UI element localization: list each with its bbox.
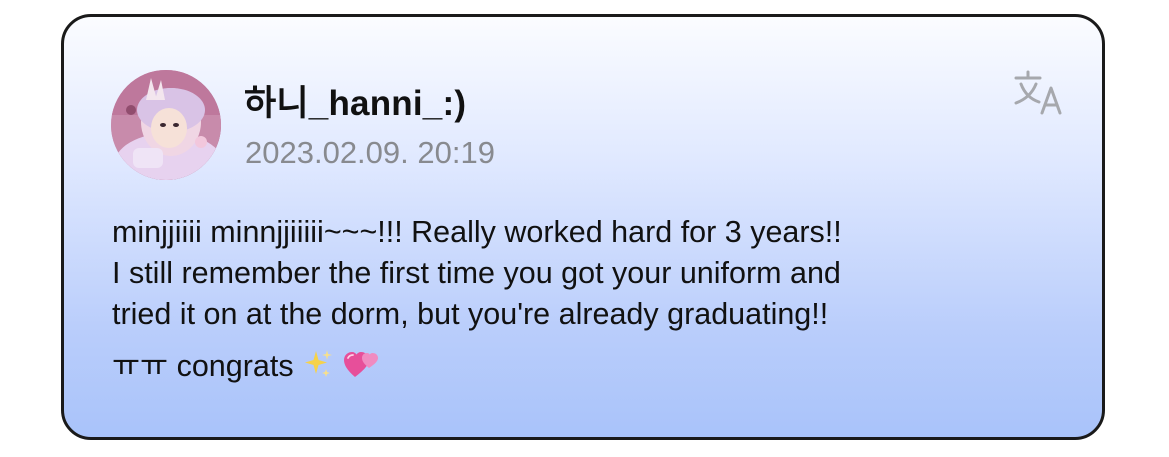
timestamp: 2023.02.09. 20:19 <box>245 135 495 170</box>
message-body: minjjiiii minnjjiiiii~~~!!! Really worke… <box>112 212 1092 391</box>
message-line: tried it on at the dorm, but you're alre… <box>112 297 829 331</box>
closing-text: ㅠㅠ congrats <box>112 349 294 383</box>
translate-icon[interactable] <box>1012 69 1068 117</box>
message-card: 하니_hanni_:) 2023.02.09. 20:19 minjjiiii … <box>61 14 1105 440</box>
sparkles-icon <box>302 348 334 391</box>
username[interactable]: 하니_hanni_:) <box>244 75 466 126</box>
message-line: I still remember the first time you got … <box>112 256 841 290</box>
closing-line: ㅠㅠ congrats <box>112 346 1092 391</box>
avatar[interactable] <box>111 70 221 180</box>
profile-photo <box>111 70 221 180</box>
message-line: minjjiiii minnjjiiiii~~~!!! Really worke… <box>112 215 842 249</box>
two-hearts-icon <box>343 348 379 391</box>
